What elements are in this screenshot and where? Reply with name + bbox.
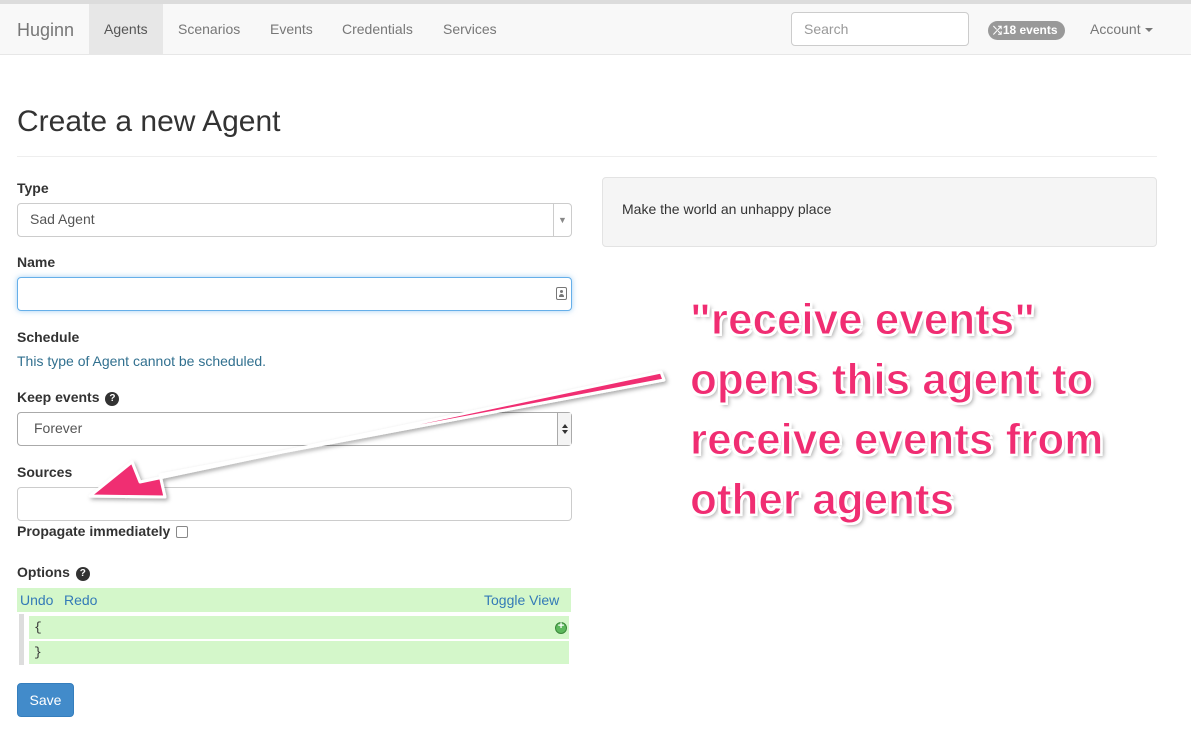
undo-link[interactable]: Undo: [20, 592, 53, 608]
nav-credentials[interactable]: Credentials: [327, 4, 428, 54]
page-title: Create a new Agent: [17, 105, 281, 138]
select-arrows-icon: [557, 413, 571, 445]
type-select-value: Sad Agent: [30, 211, 95, 227]
question-circle-icon[interactable]: ?: [105, 392, 120, 406]
chevron-down-icon: ▼: [553, 204, 571, 236]
shuffle-icon: ⤮: [993, 25, 1002, 37]
events-badge-label: 18 events: [1002, 23, 1058, 37]
propagate-checkbox[interactable]: [176, 526, 188, 538]
editor-line[interactable]: }: [29, 641, 569, 664]
keep-events-label: Keep events: [17, 389, 100, 405]
editor-line-text: {: [34, 620, 42, 635]
editor-line[interactable]: { +: [29, 616, 569, 639]
caret-down-icon: [1144, 28, 1153, 33]
annotation-callout: "receive events" opens this agent to rec…: [690, 290, 1190, 530]
options-json-editor[interactable]: { + }: [19, 614, 569, 665]
keep-events-value: Forever: [34, 420, 83, 436]
nav-scenarios[interactable]: Scenarios: [163, 4, 255, 54]
keep-events-label-row: Keep events ?: [17, 389, 120, 406]
name-input[interactable]: [17, 277, 572, 311]
add-circle-icon[interactable]: +: [555, 622, 567, 634]
type-select[interactable]: Sad Agent ▼: [17, 203, 572, 237]
save-button[interactable]: Save: [17, 683, 74, 717]
question-circle-icon[interactable]: ?: [75, 567, 90, 581]
account-label: Account: [1090, 21, 1141, 37]
name-label: Name: [17, 254, 56, 270]
annotation-line: opens this agent to: [690, 355, 1094, 405]
options-label: Options: [17, 564, 70, 580]
editor-line-text: }: [34, 645, 42, 660]
sources-input[interactable]: [17, 487, 572, 521]
toggle-view-link[interactable]: Toggle View: [484, 592, 559, 608]
propagate-label: Propagate immediately: [17, 523, 171, 539]
options-editor-toolbar: Undo Redo Toggle View: [17, 588, 571, 612]
keep-events-select[interactable]: Forever: [17, 412, 572, 446]
editor-gutter: [19, 614, 24, 665]
account-menu[interactable]: Account: [1090, 4, 1153, 54]
nav-agents[interactable]: Agents: [89, 4, 163, 54]
sources-label: Sources: [17, 464, 73, 480]
redo-link[interactable]: Redo: [64, 592, 97, 608]
navbar: Huginn Agents Scenarios Events Credentia…: [0, 0, 1191, 55]
type-label: Type: [17, 180, 49, 196]
annotation-line: other agents: [690, 475, 955, 525]
annotation-line: receive events from: [690, 415, 1104, 465]
events-badge[interactable]: ⤮18 events: [988, 21, 1065, 40]
nav-events[interactable]: Events: [255, 4, 328, 54]
agent-description: Make the world an unhappy place: [602, 177, 1157, 247]
brand-logo[interactable]: Huginn: [17, 20, 74, 41]
contact-card-icon[interactable]: [556, 287, 567, 300]
schedule-info-text: This type of Agent cannot be scheduled.: [17, 353, 267, 369]
options-label-row: Options ?: [17, 564, 90, 581]
nav-services[interactable]: Services: [428, 4, 512, 54]
header-divider: [17, 156, 1157, 157]
schedule-label: Schedule: [17, 329, 80, 345]
annotation-line: "receive events": [690, 295, 1036, 345]
search-input[interactable]: [791, 12, 969, 46]
